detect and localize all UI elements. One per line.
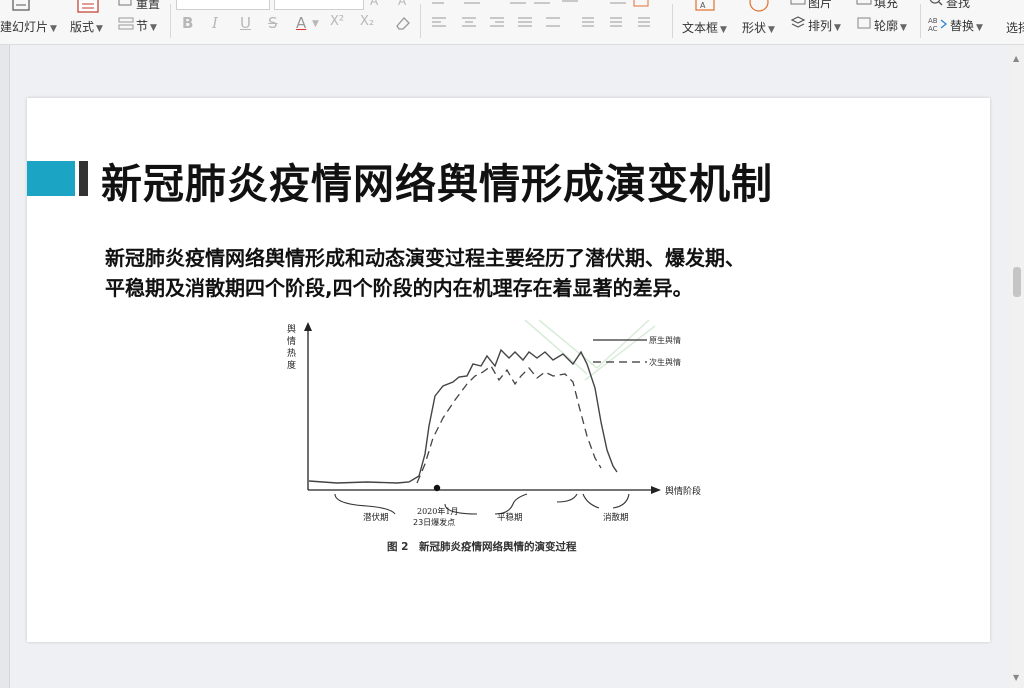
select-label: 选择 (1006, 21, 1024, 35)
section-label: 节 (136, 19, 149, 33)
layout-icon (77, 0, 99, 13)
title-accent-marker (79, 161, 88, 196)
chevron-down-icon: ▼ (834, 23, 841, 33)
superscript-icon[interactable]: X² (330, 14, 344, 29)
stage-dissipate-label: 消散期 (603, 512, 629, 523)
textbox-button[interactable]: A 文本框 ▼ (680, 0, 734, 44)
slide-canvas[interactable]: 新冠肺炎疫情网络舆情形成演变机制 新冠肺炎疫情网络舆情形成和动态演变过程主要经历… (27, 98, 990, 642)
ribbon-toolbar: 建幻灯片▼ 版式▼ 重置 节▼ A A B I U S A▼ X² X₂ (0, 0, 1024, 45)
align-right-icon (490, 17, 504, 27)
alignment-icons[interactable] (430, 15, 670, 31)
evolution-figure[interactable]: 舆 情 热 度 舆情阶段 原生舆情 次生舆情 潜伏期 2020年1月 23日爆发… (277, 318, 707, 558)
scroll-down-icon[interactable]: ▼ (1013, 673, 1019, 682)
shape-icon (749, 0, 769, 12)
shape-label: 形状 (742, 21, 767, 35)
scroll-up-icon[interactable]: ▲ (1013, 54, 1019, 63)
textbox-icon: A (695, 0, 715, 11)
slide-title[interactable]: 新冠肺炎疫情网络舆情形成演变机制 (101, 150, 773, 210)
chevron-down-icon: ▼ (96, 24, 103, 34)
toolbar-divider (170, 4, 171, 38)
toolbar-divider (920, 4, 921, 38)
eraser-icon[interactable] (394, 15, 412, 31)
stage-brackets (334, 493, 630, 515)
layout-button[interactable]: 版式 ▼ (68, 0, 110, 44)
chevron-down-icon: ▼ (50, 24, 57, 34)
font-shrink-icon[interactable]: A (398, 0, 406, 8)
justify-icon (518, 17, 532, 27)
body-line-1: 新冠肺炎疫情网络舆情形成和动态演变过程主要经历了潜伏期、爆发期、 (105, 246, 745, 270)
underline-icon[interactable]: U (240, 14, 251, 32)
chevron-down-icon: ▼ (150, 23, 157, 33)
font-name-field[interactable] (176, 0, 270, 10)
bold-icon[interactable]: B (182, 14, 193, 32)
primary-opinion-curve (308, 348, 618, 484)
replace-label: 替换 (950, 19, 975, 33)
x-axis-label: 舆情阶段 (665, 485, 701, 497)
replace-button[interactable]: AB AC 替换 ▼ (926, 0, 992, 44)
font-grow-icon[interactable]: A (370, 0, 378, 8)
chevron-down-icon: ▼ (720, 25, 727, 35)
title-accent-bar (27, 161, 75, 196)
arrange-label: 排列 (808, 19, 833, 33)
replace-icon: ABAC (928, 17, 947, 32)
chevron-down-icon: ▼ (900, 23, 907, 33)
body-line-2: 平稳期及消散期四个阶段,四个阶段的内在机理存在着显著的差异。 (105, 276, 693, 300)
vertical-scrollbar[interactable]: ▲ ▼ (1010, 45, 1024, 688)
arrange-icon (790, 16, 806, 28)
outline-icon (857, 17, 871, 29)
font-size-field[interactable] (274, 0, 364, 10)
svg-text:AB: AB (928, 17, 938, 25)
new-slide-button[interactable]: 建幻灯片 ▼ (0, 0, 62, 44)
figure-caption: 图 2 新冠肺炎疫情网络舆情的演变过程 (387, 540, 577, 553)
slide-icon (12, 0, 30, 11)
select-button[interactable]: 选择 (1000, 0, 1024, 44)
new-slide-label: 建幻灯片 (0, 20, 49, 34)
toolbar-divider (420, 4, 421, 38)
section-icon (118, 17, 134, 30)
slide-body-text[interactable]: 新冠肺炎疫情网络舆情形成和动态演变过程主要经历了潜伏期、爆发期、 平稳期及消散期… (105, 243, 905, 303)
indent-icon (638, 17, 650, 27)
distribute-icon (546, 17, 560, 27)
para-spacing-icon (610, 17, 622, 27)
subscript-icon[interactable]: X₂ (360, 14, 374, 29)
y-axis-arrow (304, 322, 312, 331)
outbreak-date-label-1: 2020年1月 (417, 506, 458, 516)
italic-icon[interactable]: I (212, 14, 218, 32)
y-axis-label-3: 热 (287, 347, 296, 359)
line-spacing-icon (582, 17, 594, 27)
section-button[interactable]: 节 ▼ (116, 0, 166, 44)
stage-latent-label: 潜伏期 (363, 512, 389, 523)
outbreak-point (433, 484, 441, 492)
align-center-icon (462, 17, 476, 27)
svg-text:A: A (700, 1, 706, 10)
align-left-icon (432, 17, 446, 27)
arrange-button[interactable]: 排列 ▼ (788, 0, 850, 44)
scrollbar-thumb[interactable] (1013, 267, 1021, 297)
outline-button[interactable]: 轮廓 ▼ (854, 0, 916, 44)
chevron-down-icon[interactable]: ▼ (312, 19, 319, 29)
x-axis-arrow (651, 486, 661, 494)
shape-button[interactable]: 形状 ▼ (740, 0, 782, 44)
slide-panel-edge[interactable] (0, 45, 10, 688)
outline-label: 轮廓 (874, 19, 899, 33)
y-axis-label-4: 度 (287, 359, 296, 371)
y-axis-label-2: 情 (287, 335, 296, 347)
outbreak-date-label-2: 23日爆发点 (413, 517, 455, 527)
layout-label: 版式 (70, 20, 95, 34)
y-axis-label-1: 舆 (287, 323, 296, 335)
chevron-down-icon: ▼ (768, 25, 775, 35)
textbox-label: 文本框 (682, 21, 719, 35)
svg-text:AC: AC (928, 25, 938, 32)
font-color-icon[interactable]: A (296, 14, 306, 32)
legend-primary-label: 原生舆情 (649, 335, 681, 345)
chevron-down-icon: ▼ (976, 23, 983, 33)
legend-secondary-label: 次生舆情 (649, 357, 681, 367)
strikethrough-icon[interactable]: S (268, 14, 278, 32)
stage-stable-label: 平稳期 (497, 512, 523, 523)
secondary-opinion-curve (416, 365, 602, 484)
paragraph-list-icons[interactable] (430, 0, 670, 8)
toolbar-divider (672, 4, 673, 38)
